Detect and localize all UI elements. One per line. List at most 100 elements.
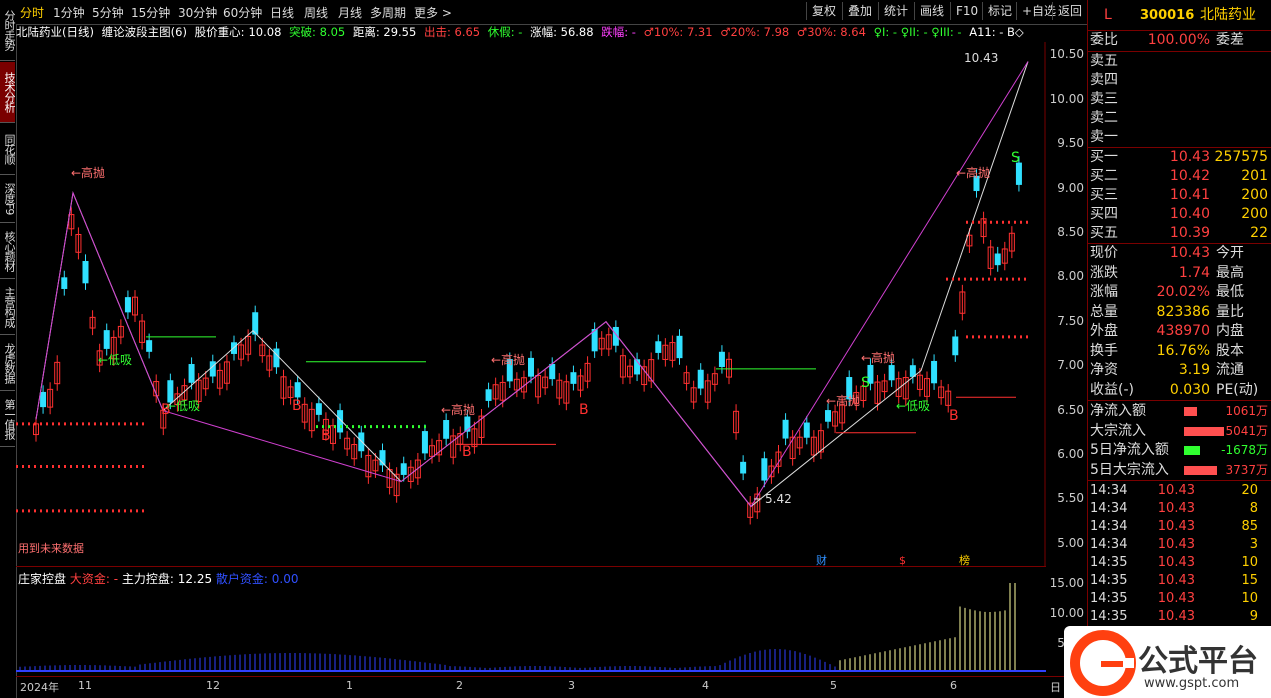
period-tab[interactable]: 15分钟 (131, 4, 170, 21)
flow-label: 大宗流入 (1090, 422, 1146, 439)
candle-body (740, 461, 747, 474)
weibi-label: 委比 (1090, 32, 1118, 48)
bid-label: 买二 (1090, 168, 1118, 184)
bid-row[interactable]: 买三 10.41 200 (1090, 186, 1270, 205)
sub-indicator-chart[interactable]: 庄家控盘 大资金: - 主力控盘: 12.25 散户资金: 0.00 (16, 566, 1046, 677)
tick-time: 14:35 (1090, 573, 1128, 588)
brand-icon (1070, 630, 1136, 696)
ask-row[interactable]: 卖二 (1090, 109, 1270, 128)
candle-body (718, 351, 725, 367)
candle-body (1015, 162, 1022, 185)
stat-row: 外盘 438970 内盘 (1090, 322, 1270, 341)
separator (1088, 400, 1271, 401)
left-tab[interactable]: 核心题材 (0, 224, 16, 279)
period-tab[interactable]: 分时 (20, 4, 44, 21)
buy-marker: B (462, 444, 472, 460)
p30-value: ♂30%: 8.64 (796, 25, 866, 39)
price-tick: 8.00 (1057, 269, 1084, 284)
left-tab[interactable]: 龙虎数据 (0, 336, 16, 391)
period-tab[interactable]: 1分钟 (53, 4, 85, 21)
kline-chart[interactable]: 10.43 ─ 5.42 用到未来数据 ←高抛 ←高抛 ←高抛 ←高抛 ←高抛 ←高抛 ←低吸 ←低… (16, 42, 1046, 567)
period-tab[interactable]: 周线 (304, 4, 328, 21)
period-tab[interactable]: 更多 > (414, 4, 452, 21)
candle-body (273, 348, 280, 368)
tick-price: 10.43 (1157, 591, 1195, 606)
stock-title[interactable]: 北陆药业(日线) (16, 25, 94, 39)
date-label: 3 (568, 679, 575, 692)
toolbar-button[interactable]: 标记 (982, 2, 1017, 20)
kline-svg[interactable]: 10.43 ─ 5.42 用到未来数据 ←高抛 ←高抛 ←高抛 ←高抛 ←高抛 ←高抛 ←低吸 ←低… (16, 42, 1046, 567)
ask-row[interactable]: 卖一 (1090, 128, 1270, 147)
indicator-name[interactable]: 缠论波段主图(6) (102, 25, 187, 39)
brand-url: www.gspt.com (1144, 676, 1240, 691)
date-label: 2 (456, 679, 463, 692)
tick-price: 10.43 (1157, 573, 1195, 588)
low-price-label: ─ 5.42 (753, 492, 792, 506)
toolbar-button[interactable]: 画线 (914, 2, 949, 20)
gaopao-label: ←高抛 (491, 352, 525, 367)
ask-row[interactable]: 卖四 (1090, 71, 1270, 90)
flow-bar (1184, 407, 1197, 416)
tick-volume: 10 (1241, 555, 1258, 570)
period-tab[interactable]: 多周期 (370, 4, 406, 21)
ask-row[interactable]: 卖三 (1090, 90, 1270, 109)
period-tab[interactable]: 60分钟 (223, 4, 262, 21)
toolbar-button[interactable]: 统计 (878, 2, 913, 20)
flow-value: 3737万 (1225, 462, 1268, 477)
sub-tick: 10.00 (1049, 606, 1084, 620)
stat-label-2: 最高 (1216, 264, 1244, 281)
tupo-value: 突破: 8.05 (289, 25, 346, 39)
left-tab[interactable]: 第一值报 (0, 392, 16, 447)
sub-title[interactable]: 庄家控盘 (18, 572, 66, 586)
flow-row: 大宗流入 5041万 (1090, 422, 1270, 441)
bid-row[interactable]: 买二 10.42 201 (1090, 167, 1270, 186)
candle-body (40, 391, 47, 408)
gaopao-label: ←高抛 (441, 402, 475, 417)
toolbar-button[interactable]: 返回 (1052, 2, 1087, 20)
left-tab[interactable]: 技术分析 (0, 62, 16, 123)
watermark-logo: 公式平台 www.gspt.com (1064, 626, 1271, 698)
toolbar-button[interactable]: F10 (950, 2, 983, 20)
bid-volume: 200 (1241, 206, 1268, 222)
stat-label: 换手 (1090, 342, 1118, 359)
ask-label: 卖三 (1090, 91, 1118, 107)
stat-row: 收益(-) 0.030 PE(动) (1090, 381, 1270, 400)
candle-body (294, 382, 301, 398)
indicator-info-line: 北陆药业(日线) 缠论波段主图(6) 股价重心: 10.08 突破: 8.05 距… (16, 24, 1046, 42)
ask-label: 卖一 (1090, 129, 1118, 145)
gaopao-label: ←高抛 (861, 350, 895, 365)
tick-volume: 3 (1249, 537, 1258, 552)
bid-volume: 200 (1241, 187, 1268, 203)
gaopao-label: ←高抛 (71, 165, 105, 180)
bid-row[interactable]: 买一 10.43 257575 (1090, 148, 1270, 167)
toolbar-button[interactable]: 叠加 (842, 2, 877, 20)
tick-price: 10.43 (1157, 537, 1195, 552)
period-tab[interactable]: 月线 (338, 4, 362, 21)
left-tab[interactable]: 主营构成 (0, 280, 16, 335)
stat-row: 涨幅 20.02% 最低 (1090, 283, 1270, 302)
date-axis: 2024年 11 12 1 2 3 4 5 6 日 (16, 676, 1087, 697)
toolbar-button[interactable]: 复权 (806, 2, 841, 20)
buy-marker: B (321, 428, 331, 444)
tick-row: 14:35 10.43 15 (1090, 572, 1270, 590)
bid-price: 10.41 (1169, 187, 1210, 203)
bid-label: 买五 (1090, 225, 1118, 241)
stat-label: 总量 (1090, 303, 1118, 320)
bid-row[interactable]: 买五 10.39 22 (1090, 224, 1270, 243)
period-tab[interactable]: 日线 (270, 4, 294, 21)
stat-label-2: PE(动) (1216, 381, 1259, 398)
flow-value: 5041万 (1225, 423, 1268, 438)
date-label: 2024年 (20, 681, 59, 694)
period-tab[interactable]: 30分钟 (178, 4, 217, 21)
period-tab[interactable]: 5分钟 (92, 4, 124, 21)
left-tab[interactable]: 同花顺 (0, 124, 16, 175)
left-tab-bar: 分时走势 技术分析 同花顺 深度F9 核心题材 主营构成 龙虎数据 第一值报 (0, 0, 17, 698)
tick-row: 14:34 10.43 20 (1090, 482, 1270, 500)
ask-row[interactable]: 卖五 (1090, 52, 1270, 71)
flow-row: 净流入额 1061万 (1090, 402, 1270, 421)
tick-price: 10.43 (1157, 483, 1195, 498)
candle-body (761, 458, 768, 481)
left-tab[interactable]: 深度F9 (0, 176, 16, 223)
bid-row[interactable]: 买四 10.40 200 (1090, 205, 1270, 224)
left-tab[interactable]: 分时走势 (0, 0, 16, 61)
